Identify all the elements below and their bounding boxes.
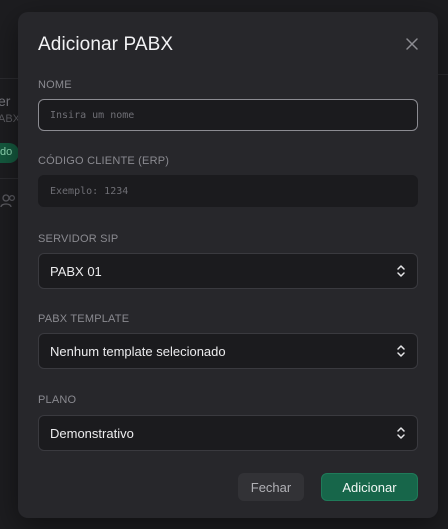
pabx-template-select[interactable]: Nenhum template selecionado <box>38 333 418 369</box>
chevron-up-down-icon <box>397 427 405 439</box>
servidor-sip-select[interactable]: PABX 01 <box>38 253 418 289</box>
background-page-title: er <box>0 93 11 109</box>
pabx-template-value: Nenhum template selecionado <box>50 343 226 359</box>
nome-input[interactable] <box>38 99 418 131</box>
codigo-cliente-label: CÓDIGO CLIENTE (ERP) <box>38 155 170 167</box>
background-page-subtitle: ABX <box>0 113 21 125</box>
plano-label: PLANO <box>38 394 77 406</box>
nome-label: NOME <box>38 79 72 91</box>
adicionar-button[interactable]: Adicionar <box>321 473 418 501</box>
background-divider <box>0 178 20 179</box>
fechar-button[interactable]: Fechar <box>238 473 304 501</box>
close-icon[interactable] <box>405 37 419 51</box>
add-pabx-dialog: Adicionar PABX NOME CÓDIGO CLIENTE (ERP)… <box>18 12 438 518</box>
dialog-title: Adicionar PABX <box>38 34 174 55</box>
servidor-sip-value: PABX 01 <box>50 263 102 279</box>
chevron-up-down-icon <box>397 345 405 357</box>
servidor-sip-label: SERVIDOR SIP <box>38 233 119 245</box>
plano-select[interactable]: Demonstrativo <box>38 415 418 451</box>
background-status-badge: do <box>0 143 19 163</box>
background-divider <box>0 78 20 79</box>
pabx-template-label: PABX TEMPLATE <box>38 313 130 325</box>
codigo-cliente-input[interactable] <box>38 175 418 207</box>
users-icon <box>0 194 16 208</box>
chevron-up-down-icon <box>397 265 405 277</box>
plano-value: Demonstrativo <box>50 425 134 441</box>
